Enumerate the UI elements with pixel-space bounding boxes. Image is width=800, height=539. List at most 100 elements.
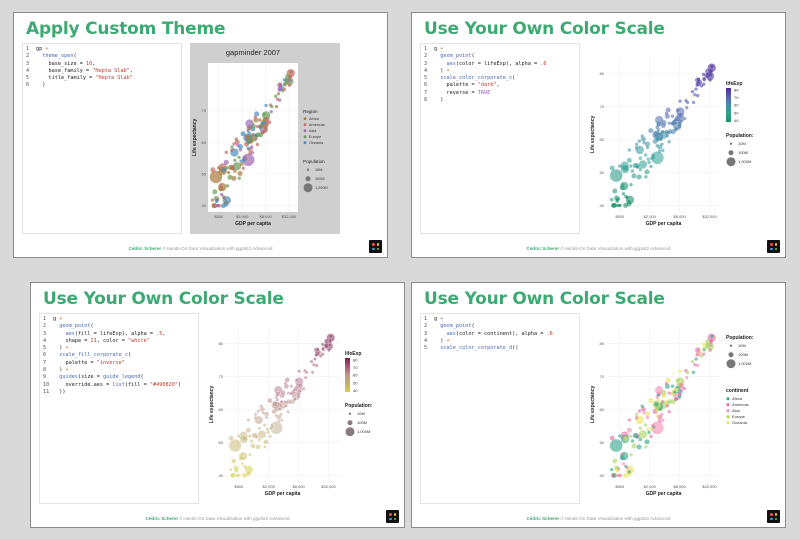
data-point	[246, 469, 251, 474]
y-tick-label: 60	[202, 140, 207, 145]
data-point	[261, 410, 265, 415]
data-point	[629, 434, 633, 438]
code-line: 6 palette = "dark",	[424, 82, 576, 89]
data-point	[240, 453, 244, 457]
x-tick-label: $8,000	[673, 484, 686, 489]
data-point	[642, 411, 646, 415]
data-point	[244, 134, 250, 140]
data-point	[702, 76, 706, 81]
legend-size-key	[729, 142, 733, 145]
legend-key	[726, 403, 730, 407]
data-point	[255, 444, 261, 450]
code-token: )	[434, 337, 447, 344]
legend-label: Africa	[309, 117, 320, 121]
data-point	[623, 166, 629, 172]
legend-label: Europe	[732, 414, 746, 419]
data-point	[660, 412, 664, 416]
line-number: 2	[424, 323, 428, 330]
data-point	[321, 346, 325, 351]
line-number: 4	[43, 337, 47, 344]
data-point	[697, 77, 701, 82]
data-point	[223, 159, 229, 165]
data-point	[693, 93, 697, 97]
data-point	[691, 100, 696, 105]
footer-author: Cédric Scherer	[128, 246, 162, 251]
data-point	[708, 78, 712, 82]
data-point	[327, 343, 332, 347]
code-token: ))	[53, 388, 66, 395]
y-tick-label: 60	[600, 407, 605, 412]
data-point	[621, 183, 625, 187]
data-point	[693, 363, 697, 367]
line-number: 2	[26, 53, 30, 60]
code-token: .6	[540, 60, 547, 67]
data-point	[212, 189, 218, 195]
code-token: +	[446, 67, 450, 74]
data-point	[644, 445, 648, 449]
data-point	[241, 472, 248, 479]
x-tick-label: $8,000	[259, 214, 272, 219]
y-axis-label: Life expectancy	[590, 386, 596, 424]
colorbar-label: 60	[734, 103, 739, 108]
code-token: geom_point	[440, 323, 472, 330]
data-point	[244, 465, 248, 470]
data-point	[279, 400, 284, 404]
data-point	[264, 415, 269, 420]
data-point	[677, 394, 682, 399]
data-point	[618, 434, 622, 438]
legend-title: continent	[726, 388, 749, 394]
data-point	[650, 426, 654, 431]
y-tick-label: 40	[600, 203, 605, 208]
data-point	[617, 473, 621, 478]
data-point	[656, 393, 660, 397]
data-point	[648, 128, 654, 134]
slide-footer: Cédric Scherer // Hands-On Data Visualiz…	[14, 246, 387, 251]
data-point	[246, 418, 251, 422]
slide-3: Use Your Own Color Scale 1g +2 geom_poin…	[30, 282, 405, 528]
data-point	[264, 103, 268, 108]
line-number: 3	[43, 330, 47, 337]
data-point	[665, 377, 671, 383]
legend-label: Oceania	[732, 420, 748, 425]
code-line: 10 override.aes = list(fill = "#490820")	[43, 382, 195, 389]
data-point	[631, 443, 637, 449]
legend-label: 10M	[357, 411, 365, 416]
code-line: 4 ) +	[424, 338, 576, 345]
y-tick-label: 60	[600, 137, 605, 142]
data-point	[277, 407, 282, 412]
data-point	[246, 146, 250, 150]
code-token: ()	[512, 345, 519, 352]
line-number: 5	[424, 345, 428, 352]
data-point	[250, 145, 254, 149]
data-point	[254, 136, 258, 141]
data-point	[661, 120, 667, 126]
data-point	[609, 435, 615, 441]
code-token: "white"	[127, 337, 150, 344]
data-point	[635, 435, 640, 439]
data-point	[228, 439, 242, 453]
code-token: ,	[129, 67, 133, 74]
data-point	[277, 88, 282, 92]
legend-label: Asia	[732, 408, 741, 413]
scatter-chart: 40 50 60 70 80 $500 $2,000 $8,000 $32,000 GDP per…	[590, 57, 754, 227]
data-point	[629, 453, 633, 457]
data-point	[234, 137, 239, 141]
data-point	[630, 439, 635, 443]
data-point	[678, 383, 685, 389]
data-point	[708, 343, 713, 347]
slide-2: Use Your Own Color Scale 1g +2 geom_poin…	[411, 12, 786, 258]
data-point	[288, 74, 293, 78]
code-line: 2 theme_open(	[26, 53, 178, 60]
data-point	[282, 78, 287, 82]
data-point	[673, 118, 678, 122]
data-point	[694, 87, 698, 91]
data-point	[249, 439, 254, 443]
data-point	[237, 170, 243, 176]
slide-footer: Cédric Scherer // Hands-On Data Visualiz…	[412, 246, 785, 251]
data-point	[253, 133, 257, 137]
colorbar-label: 40	[734, 118, 739, 123]
code-token: scale_fill_corporate_c	[59, 352, 128, 359]
data-point	[296, 394, 301, 399]
data-point	[612, 188, 618, 194]
data-point	[286, 410, 290, 414]
